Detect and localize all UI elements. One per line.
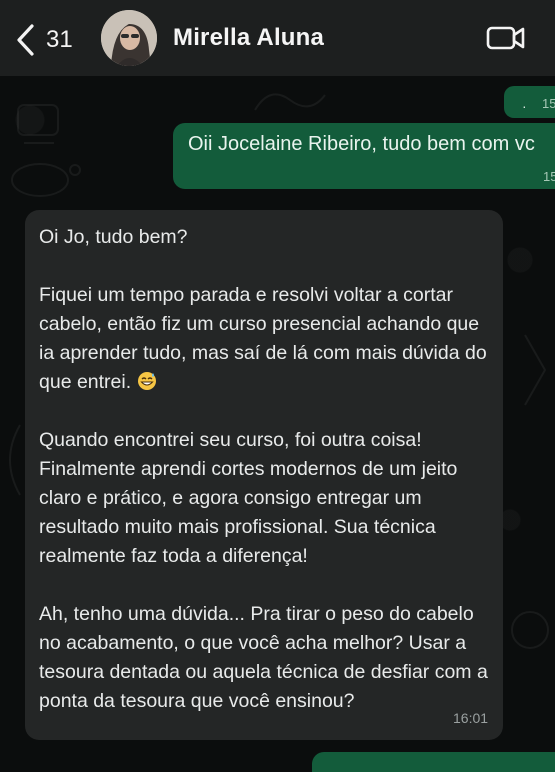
message-paragraph: Fiquei um tempo parada e resolvi voltar … [39,281,499,397]
wallpaper-doodle-icon [17,104,59,144]
incoming-message[interactable]: Oi Jo, tudo bem? Fiquei um tempo parada … [25,210,503,740]
contact-photo [101,10,157,66]
message-paragraph: Quando encontrei seu curso, foi outra co… [39,429,458,567]
chevron-left-icon [17,24,34,56]
avatar[interactable] [101,10,157,66]
wallpaper-doodle-icon [11,163,81,197]
back-button[interactable]: 31 [14,20,73,60]
wallpaper-doodle-icon [524,334,547,406]
outgoing-message[interactable]: · 15 [504,86,555,118]
grinning-sweat-emoji-icon [138,372,157,390]
unread-count: 31 [46,26,73,53]
message-paragraph: Oi Jo, tudo bem? [39,226,188,248]
outgoing-message[interactable]: Oii Jocelaine Ribeiro, tudo bem com vc 1… [173,123,555,189]
wallpaper-doodle-icon [511,611,549,649]
message-time: 15 [543,169,555,184]
outgoing-message[interactable] [312,752,555,772]
message-paragraph-text: Fiquei um tempo parada e resolvi voltar … [39,284,487,393]
message-text: Oii Jocelaine Ribeiro, tudo bem com vc [188,133,535,155]
video-camera-icon [486,26,525,50]
video-call-button[interactable] [485,22,527,59]
message-time: 15 [542,96,555,111]
wallpaper-doodle-icon [254,93,326,111]
message-paragraph: Ah, tenho uma dúvida... Pra tirar o peso… [39,603,488,712]
message-dot: · [522,98,527,114]
message-time: 16:01 [453,710,489,726]
chat-header: 31 Mirella Aluna [0,0,555,76]
message-text: Oi Jo, tudo bem? Fiquei um tempo parada … [39,223,499,716]
contact-name[interactable]: Mirella Aluna [173,24,324,52]
wallpaper-doodle-icon [9,424,21,496]
